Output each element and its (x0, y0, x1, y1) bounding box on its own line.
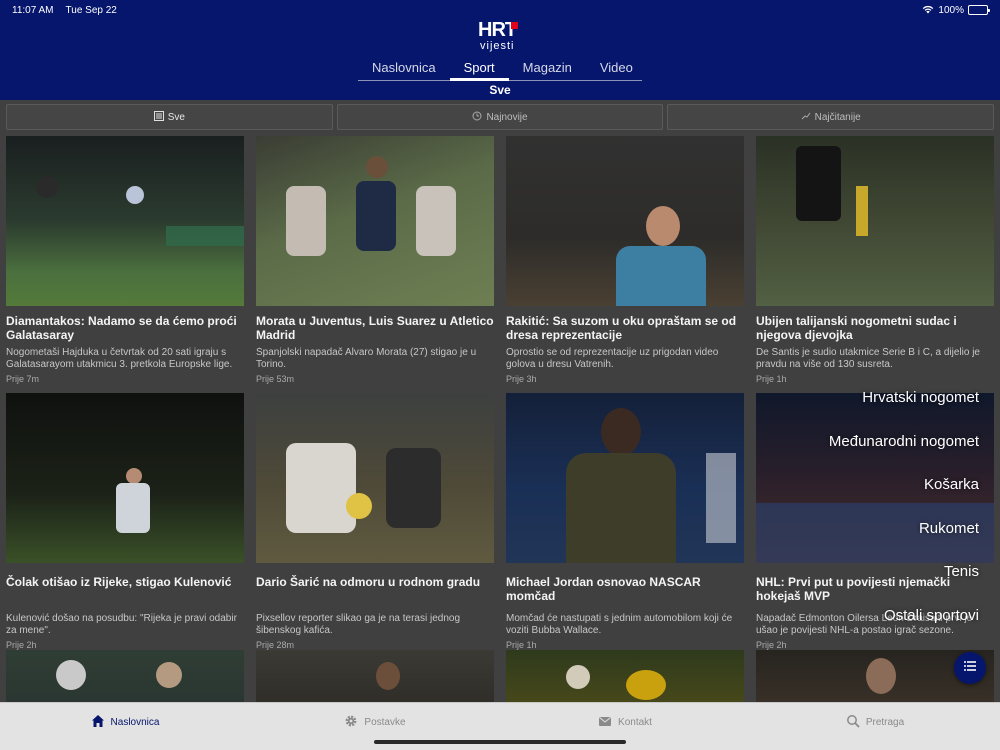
article-card[interactable]: Morata u Juventus, Luis Suarez u Atletic… (256, 136, 494, 384)
article-image (6, 393, 244, 563)
article-title: Dario Šarić na odmoru u rodnom gradu (256, 575, 481, 589)
article-card[interactable]: Diamantakos: Nadamo se da ćemo proći Gal… (6, 136, 244, 384)
status-date: Tue Sep 22 (65, 4, 117, 16)
article-card[interactable] (506, 650, 744, 710)
article-description: Kulenović došao na posudbu: "Rijeka je p… (6, 613, 237, 636)
logo-vijesti-text: vijesti (480, 40, 515, 52)
filter-bar: Sve Najnovije Najčitanije (6, 104, 995, 130)
menu-item-kosarka[interactable]: Košarka (829, 475, 979, 519)
article-title: Michael Jordan osnovao NASCAR momčad (506, 575, 701, 603)
filter-najcitanije-button[interactable]: Najčitanije (667, 104, 995, 130)
article-image (506, 650, 744, 710)
logo-hrt-text: HRT (478, 19, 518, 41)
main-nav: Naslovnica Sport Magazin Video (358, 58, 642, 81)
tab-label: Postavke (364, 717, 406, 728)
article-time: Prije 1h (756, 374, 787, 384)
article-card[interactable]: Dario Šarić na odmoru u rodnom gradu Pix… (256, 393, 494, 650)
article-title: Čolak otišao iz Rijeke, stigao Kulenović (6, 575, 232, 589)
article-title: Ubijen talijanski nogometni sudac i njeg… (756, 314, 957, 342)
filter-label: Najčitanije (814, 111, 861, 123)
article-description: Oprostio se od reprezentacije uz prigoda… (506, 347, 719, 370)
menu-item-medunarodni-nogomet[interactable]: Međunarodni nogomet (829, 432, 979, 476)
article-title: Morata u Juventus, Luis Suarez u Atletic… (256, 314, 494, 342)
status-bar: 11:07 AM Tue Sep 22 100% (12, 3, 990, 17)
tab-magazin[interactable]: Magazin (509, 58, 586, 80)
article-description: Nogometaši Hajduka u četvrtak od 20 sati… (6, 347, 233, 370)
search-icon (846, 714, 860, 731)
hrt-vijesti-logo[interactable]: HRT vijesti (478, 20, 522, 54)
clock-icon (472, 111, 482, 124)
article-card[interactable] (6, 650, 244, 710)
article-time: Prije 2h (6, 640, 37, 650)
article-card[interactable]: Ubijen talijanski nogometni sudac i njeg… (756, 136, 994, 384)
tab-video[interactable]: Video (586, 58, 647, 80)
tab-sport[interactable]: Sport (449, 58, 509, 81)
article-time: Prije 53m (256, 374, 295, 384)
tab-naslovnica-bottom[interactable]: Naslovnica (0, 703, 250, 750)
wifi-icon (922, 4, 934, 17)
battery-icon (968, 5, 990, 15)
menu-item-rukomet[interactable]: Rukomet (829, 519, 979, 563)
tab-naslovnica[interactable]: Naslovnica (358, 58, 450, 80)
app-header: 11:07 AM Tue Sep 22 100% HRT vijesti Nas… (0, 0, 1000, 100)
sports-category-menu: Hrvatski nogomet Međunarodni nogomet Koš… (829, 388, 979, 650)
filter-sve-button[interactable]: Sve (6, 104, 333, 130)
gear-icon (344, 714, 358, 731)
article-image (506, 136, 744, 306)
menu-item-tenis[interactable]: Tenis (829, 562, 979, 606)
filter-label: Sve (167, 111, 185, 123)
article-image (506, 393, 744, 563)
article-description: Španjolski napadač Alvaro Morata (27) st… (256, 347, 477, 370)
article-time: Prije 3h (506, 374, 537, 384)
article-image (6, 136, 244, 306)
category-menu-button[interactable] (954, 652, 986, 684)
battery-percent: 100% (938, 4, 964, 16)
tab-label: Naslovnica (110, 717, 160, 728)
article-time: Prije 1h (506, 640, 537, 650)
article-card[interactable] (256, 650, 494, 710)
filter-najnovije-button[interactable]: Najnovije (336, 104, 664, 130)
article-card[interactable]: Michael Jordan osnovao NASCAR momčad Mom… (506, 393, 744, 650)
article-image (256, 650, 494, 710)
app-root: 11:07 AM Tue Sep 22 100% HRT vijesti Nas… (0, 0, 1000, 750)
article-image (256, 393, 494, 563)
article-card[interactable]: Rakitić: Sa suzom u oku opraštam se od d… (506, 136, 744, 384)
list-icon (153, 110, 164, 124)
status-time: 11:07 AM (12, 4, 54, 16)
article-card[interactable]: Čolak otišao iz Rijeke, stigao Kulenović… (6, 393, 244, 650)
tab-label: Pretraga (865, 717, 905, 728)
menu-item-ostali-sportovi[interactable]: Ostali sportovi (829, 606, 979, 650)
article-description: Momčad će nastupati s jednim automobilom… (506, 613, 733, 636)
article-description: De Santis je sudio utakmice Serie B i C,… (756, 347, 980, 370)
article-image (6, 650, 244, 710)
article-title: Diamantakos: Nadamo se da ćemo proći Gal… (6, 314, 237, 342)
article-time: Prije 7m (6, 374, 40, 384)
subcategory-label[interactable]: Sve (0, 83, 1000, 97)
article-description: Pixsellov reporter slikao ga je na teras… (256, 613, 460, 636)
tab-label: Kontakt (618, 717, 652, 728)
article-image (256, 136, 494, 306)
menu-item-hrvatski-nogomet[interactable]: Hrvatski nogomet (829, 388, 979, 432)
trending-icon (801, 111, 811, 124)
list-icon (963, 659, 977, 678)
tab-pretraga-bottom[interactable]: Pretraga (750, 703, 1000, 750)
home-icon (91, 714, 105, 731)
filter-label: Najnovije (486, 111, 528, 123)
article-title: Rakitić: Sa suzom u oku opraštam se od d… (506, 314, 737, 342)
article-image (756, 136, 994, 306)
mail-icon (598, 714, 612, 731)
article-time: Prije 28m (256, 640, 295, 650)
home-indicator[interactable] (374, 740, 626, 744)
status-right: 100% (922, 4, 990, 17)
